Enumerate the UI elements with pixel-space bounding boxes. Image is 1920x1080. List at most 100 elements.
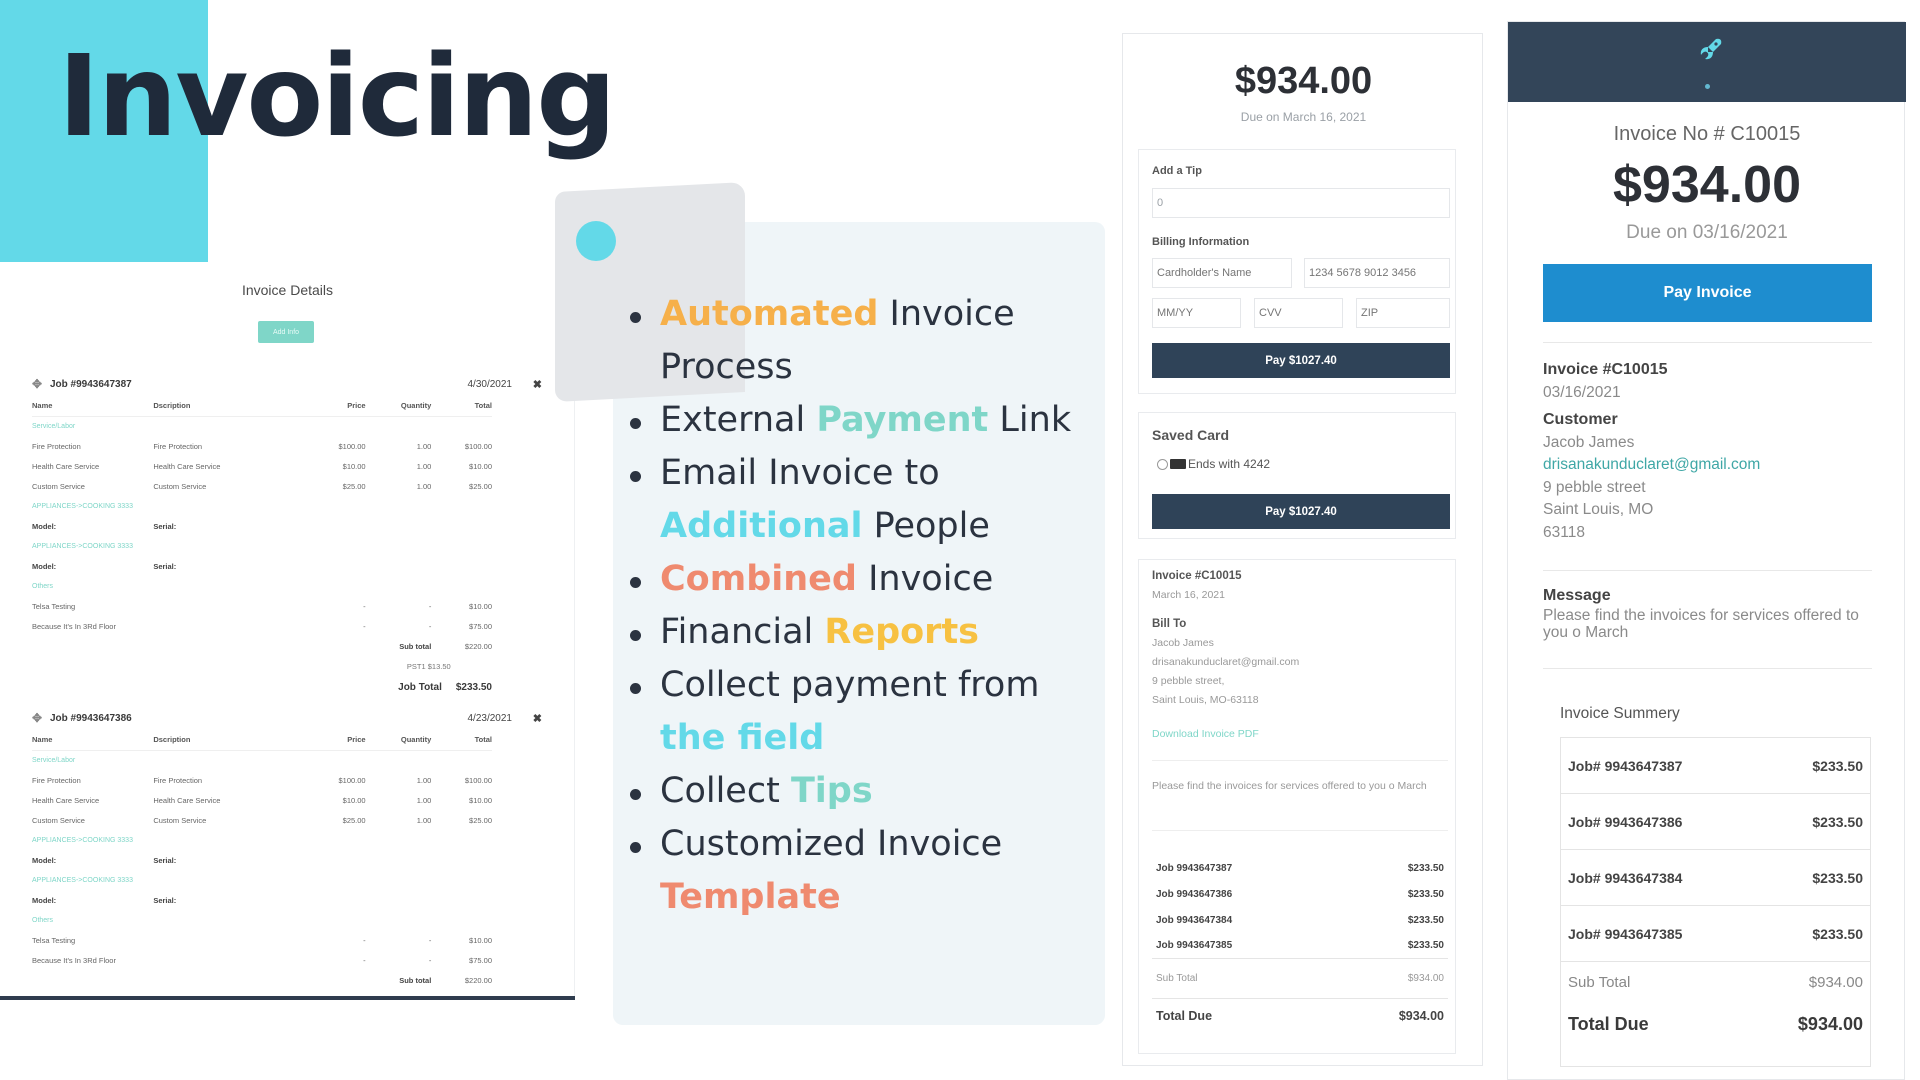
invoice-summary-table: Job# 9943647387 $233.50 Job# 9943647386 $2… (1560, 737, 1871, 1067)
category-label: Others (32, 916, 54, 924)
total-row: Total Due $934.00 (1152, 999, 1448, 1033)
download-pdf-link[interactable]: Download Invoice PDF (1152, 728, 1259, 740)
subtotal-value: $934.00 (1808, 973, 1863, 991)
customer-name: Jacob James (1543, 433, 1635, 451)
subtotal-value: $220.00 (464, 641, 492, 651)
bill-to-address: Jacob James drisanakunduclaret@gmail.com… (1152, 634, 1299, 710)
close-icon[interactable]: ✖ (512, 712, 542, 725)
feature-highlight: the field (660, 718, 825, 758)
zip-input[interactable] (1356, 298, 1450, 328)
item-name: Health Care Service (32, 461, 100, 471)
customer-email[interactable]: drisanakunduclaret@gmail.com (1543, 454, 1878, 477)
job-amount: $233.50 (1812, 813, 1863, 830)
item-price: $100.00 (338, 441, 366, 451)
serial-label: Serial: (153, 521, 177, 531)
category-label: Others (32, 582, 54, 590)
close-icon[interactable]: ✖ (512, 378, 542, 391)
col-header: Total (431, 396, 492, 417)
card-number-input[interactable] (1304, 258, 1450, 288)
table-row: Fire Protection Fire Protection $100.00 1.0… (32, 436, 492, 456)
subtotal-label: Sub total (399, 975, 432, 985)
item-total: $100.00 (464, 441, 492, 451)
total-value: $934.00 (1398, 1009, 1444, 1023)
feature-text: Customized Invoice (660, 824, 1003, 864)
job-name: Job 9943647385 (1156, 940, 1233, 951)
feature-text: People (862, 506, 990, 546)
appliance-label: APPLIANCES->COOKING 3333 (32, 542, 133, 550)
job-name: Job #9943647387 (50, 378, 132, 390)
amount-due: $934.00 (1234, 60, 1373, 102)
job-amount: $233.50 (1407, 940, 1444, 951)
total-row: Total Due $934.00 (1561, 1002, 1870, 1046)
bill-to-label: Bill To (1152, 618, 1187, 630)
item-price: $25.00 (342, 815, 366, 825)
item-price: $10.00 (342, 795, 366, 805)
col-header: Dscription (153, 730, 316, 751)
decorative-dot (576, 221, 616, 261)
move-icon[interactable]: ✥ (32, 711, 46, 725)
feature-highlight: Reports (824, 612, 980, 652)
category-label: Service/Labor (32, 756, 76, 764)
table-row: Because It's In 3Rd Floor - - $75.00 (32, 950, 492, 970)
invoice-number: Invoice No # C10015 (1613, 123, 1801, 145)
expiry-input[interactable] (1152, 298, 1241, 328)
invoice-label: Invoice #C10015 (1543, 361, 1668, 378)
serial-label: Serial: (153, 561, 177, 571)
job-name: Job #9943647386 (50, 712, 132, 724)
item-total: $25.00 (469, 481, 492, 491)
feature-highlight: Combined (660, 559, 857, 599)
feature-item: Combined Invoice (630, 553, 1100, 606)
item-name: Because It's In 3Rd Floor (32, 621, 116, 631)
item-price: - (363, 621, 366, 631)
add-info-button[interactable]: Add Info (258, 321, 314, 343)
job-block: ✥ Job #9943647386 4/23/2021 ✖ Name Dscri… (32, 708, 542, 990)
divider (1543, 668, 1872, 669)
summary-row: Job# 9943647386 $233.50 (1561, 794, 1870, 850)
divider (1543, 342, 1872, 343)
feature-text: Invoice (856, 559, 994, 599)
customer-zip: 63118 (1543, 523, 1585, 541)
pay-button[interactable]: Pay $1027.40 (1152, 343, 1450, 378)
item-name: Fire Protection (32, 441, 81, 451)
job-amount: $233.50 (1407, 862, 1444, 874)
subtotal-value: $220.00 (464, 975, 492, 985)
table-row: Telsa Testing - - $10.00 (32, 596, 492, 616)
feature-item: Collect Tips (630, 765, 1100, 818)
tip-input[interactable] (1152, 188, 1450, 218)
logo-dot (1705, 84, 1710, 89)
item-price: - (363, 601, 366, 611)
invoice-details-panel: Invoice Details Add Info ✥ Job #99436473… (0, 270, 575, 1000)
category-label: Service/Labor (32, 422, 76, 430)
item-total: $25.00 (469, 815, 492, 825)
summary-row: Job 9943647387 $233.50 (1152, 855, 1448, 881)
item-name: Fire Protection (32, 775, 81, 785)
feature-item: External Payment Link (630, 394, 1100, 447)
table-row: Telsa Testing - - $10.00 (32, 930, 492, 950)
appliance-label: APPLIANCES->COOKING 3333 (32, 502, 133, 510)
feature-text: Collect (660, 771, 791, 811)
item-price: $100.00 (338, 775, 366, 785)
item-quantity: - (428, 935, 432, 945)
saved-card-radio[interactable] (1157, 458, 1168, 470)
saved-card-label: Saved Card (1152, 427, 1230, 443)
job-amount: $233.50 (1812, 925, 1863, 942)
saved-card-pay-button[interactable]: Pay $1027.40 (1152, 494, 1450, 529)
cvv-input[interactable] (1254, 298, 1343, 328)
item-quantity: 1.00 (416, 461, 432, 471)
feature-item: Collect payment from the field (630, 659, 1100, 765)
summary-row: Job# 9943647384 $233.50 (1561, 850, 1870, 906)
item-total: $75.00 (469, 621, 492, 631)
tax-line: PST1 $13.50 (406, 661, 451, 671)
col-header: Total (431, 730, 492, 751)
item-total: $100.00 (464, 775, 492, 785)
feature-item: Automated Invoice Process (630, 288, 1100, 394)
job-amount: $233.50 (1812, 869, 1863, 886)
feature-item: Customized Invoice Template (630, 818, 1100, 924)
item-quantity: 1.00 (416, 441, 432, 451)
pay-invoice-button[interactable]: Pay Invoice (1543, 264, 1872, 322)
subtotal-row: Sub Total $934.00 (1152, 959, 1448, 999)
job-name: Job# 9943647384 (1568, 869, 1683, 886)
move-icon[interactable]: ✥ (32, 377, 46, 391)
appliance-label: APPLIANCES->COOKING 3333 (32, 836, 133, 844)
cardholder-name-input[interactable] (1152, 258, 1292, 288)
